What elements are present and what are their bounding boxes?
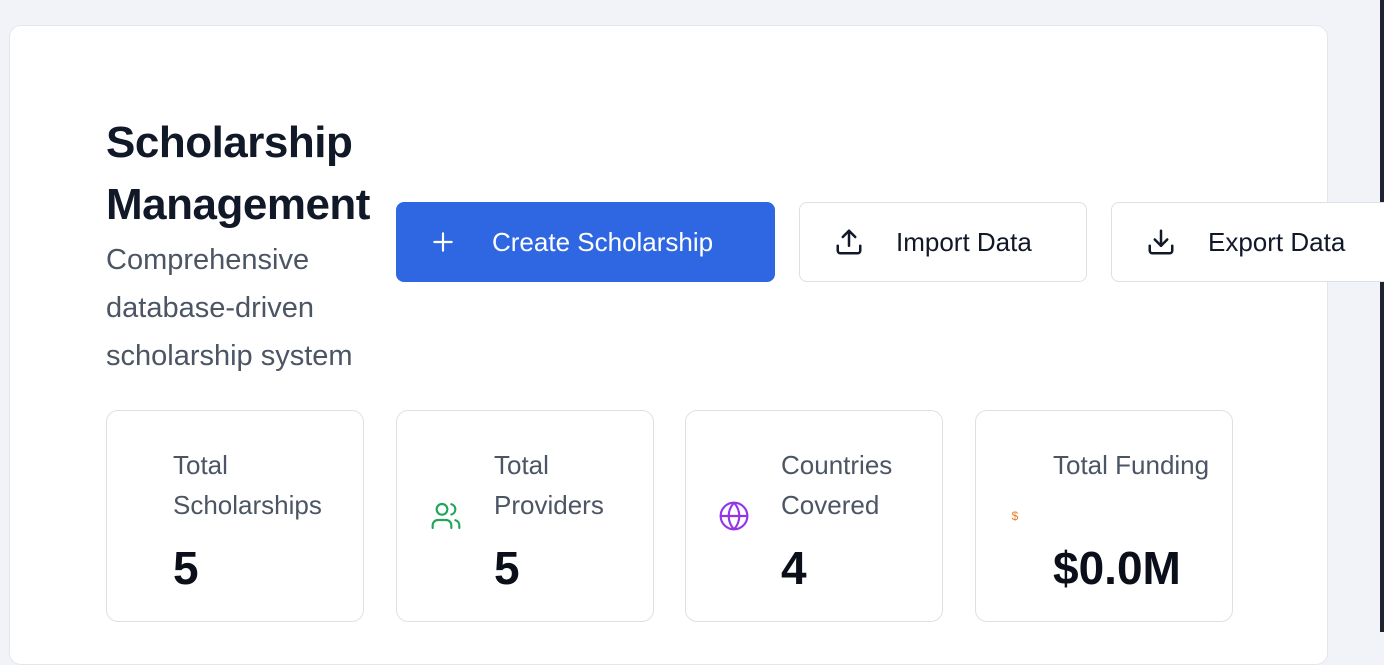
stat-label: Total Scholarships (173, 450, 322, 520)
stat-card-total-scholarships: Total Scholarships 5 (106, 410, 364, 622)
export-data-button[interactable]: Export Data (1111, 202, 1384, 282)
dollar-glyph: $ (1011, 509, 1019, 523)
users-icon (429, 499, 463, 533)
stat-label: Total Funding (1053, 450, 1210, 480)
stat-label: Total Providers (494, 450, 604, 520)
page-title: Scholarship Management (106, 118, 370, 229)
stat-card-countries-covered: Countries Covered 4 (685, 410, 943, 622)
import-data-button[interactable]: Import Data (799, 202, 1087, 282)
stat-value: $0.0M (1053, 542, 1181, 594)
stat-label: Countries Covered (781, 450, 893, 520)
window-edge (1380, 0, 1384, 632)
upload-icon (832, 225, 866, 259)
download-icon (1144, 225, 1178, 259)
stat-value: 5 (173, 542, 199, 594)
stat-value: 4 (781, 542, 807, 594)
create-scholarship-button[interactable]: Create Scholarship (396, 202, 775, 282)
stat-value: 5 (494, 542, 520, 594)
plus-icon (426, 225, 460, 259)
stat-card-total-providers: Total Providers 5 (396, 410, 654, 622)
import-data-label: Import Data (896, 226, 1032, 257)
export-data-label: Export Data (1208, 226, 1346, 257)
page-subtitle: Comprehensive database-driven scholarshi… (106, 244, 353, 372)
create-scholarship-label: Create Scholarship (492, 226, 714, 257)
globe-icon (717, 499, 751, 533)
dollar-icon: $ (998, 499, 1032, 533)
stat-card-total-funding: $ Total Funding $0.0M (975, 410, 1233, 622)
